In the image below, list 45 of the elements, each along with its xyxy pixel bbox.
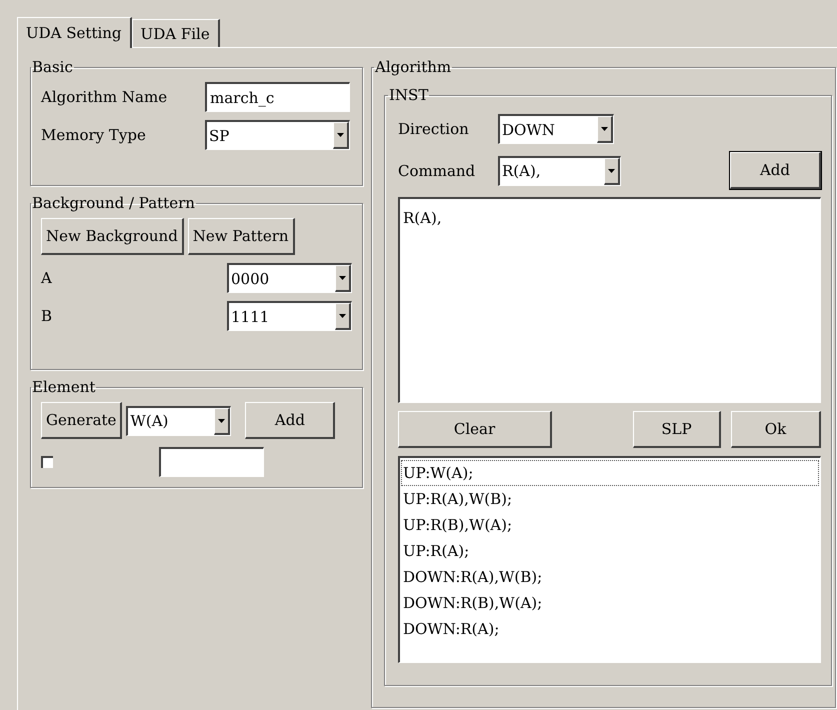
list-item[interactable]: DOWN:R(A),W(B); bbox=[401, 564, 819, 590]
push-button[interactable]: Ok bbox=[731, 411, 821, 448]
caret-icon bbox=[218, 418, 226, 422]
push-button[interactable]: SLP bbox=[633, 411, 721, 448]
add-button[interactable]: Add bbox=[730, 152, 821, 189]
group-title: Basic bbox=[31, 58, 74, 76]
editor-text: R(A), bbox=[403, 209, 442, 227]
dropdown[interactable]: 0000 bbox=[227, 263, 352, 293]
dropdown[interactable]: 1111 bbox=[227, 301, 352, 331]
caret-icon bbox=[608, 168, 615, 172]
dropdown[interactable]: DOWN bbox=[498, 114, 614, 144]
list-item[interactable]: UP:R(A),W(B); bbox=[401, 486, 819, 512]
input-field[interactable]: march_c bbox=[205, 82, 350, 112]
field-label: Algorithm Name bbox=[41, 88, 168, 106]
group-title: INST bbox=[388, 86, 430, 104]
list-item[interactable]: DOWN:R(B),W(A); bbox=[401, 590, 819, 616]
field-label: Direction bbox=[398, 120, 470, 138]
tab[interactable]: UDA Setting bbox=[17, 17, 132, 48]
field-label: Memory Type bbox=[41, 126, 147, 144]
list-item[interactable]: UP:W(A); bbox=[401, 460, 819, 486]
field-label: A bbox=[41, 269, 52, 287]
list-item[interactable]: UP:R(B),W(A); bbox=[401, 512, 819, 538]
caret-icon bbox=[337, 133, 344, 137]
caret-icon bbox=[339, 276, 346, 280]
caret-icon bbox=[339, 314, 346, 318]
dropdown[interactable]: W(A) bbox=[126, 406, 232, 436]
field-label: Command bbox=[398, 162, 476, 180]
push-button[interactable]: New Background bbox=[41, 218, 184, 255]
group-title: Background / Pattern bbox=[31, 194, 196, 212]
text-editor[interactable]: R(A), bbox=[398, 197, 821, 403]
list-item[interactable]: DOWN:R(A); bbox=[401, 616, 819, 642]
field-label: B bbox=[41, 307, 52, 325]
checkbox[interactable] bbox=[41, 456, 53, 468]
push-button[interactable]: Clear bbox=[398, 411, 552, 448]
add-button[interactable]: Add bbox=[245, 402, 336, 439]
generate-button[interactable]: Generate bbox=[41, 402, 122, 439]
dropdown[interactable]: R(A), bbox=[498, 156, 621, 186]
group-title: Element bbox=[31, 378, 96, 396]
push-button[interactable]: New Pattern bbox=[188, 218, 295, 255]
tab[interactable]: UDA File bbox=[132, 19, 220, 47]
dropdown[interactable]: SP bbox=[205, 120, 350, 150]
caret-icon bbox=[601, 127, 608, 131]
group-title: Algorithm bbox=[374, 58, 452, 76]
list-item[interactable]: UP:R(A); bbox=[401, 538, 819, 564]
input-field[interactable] bbox=[159, 447, 264, 477]
